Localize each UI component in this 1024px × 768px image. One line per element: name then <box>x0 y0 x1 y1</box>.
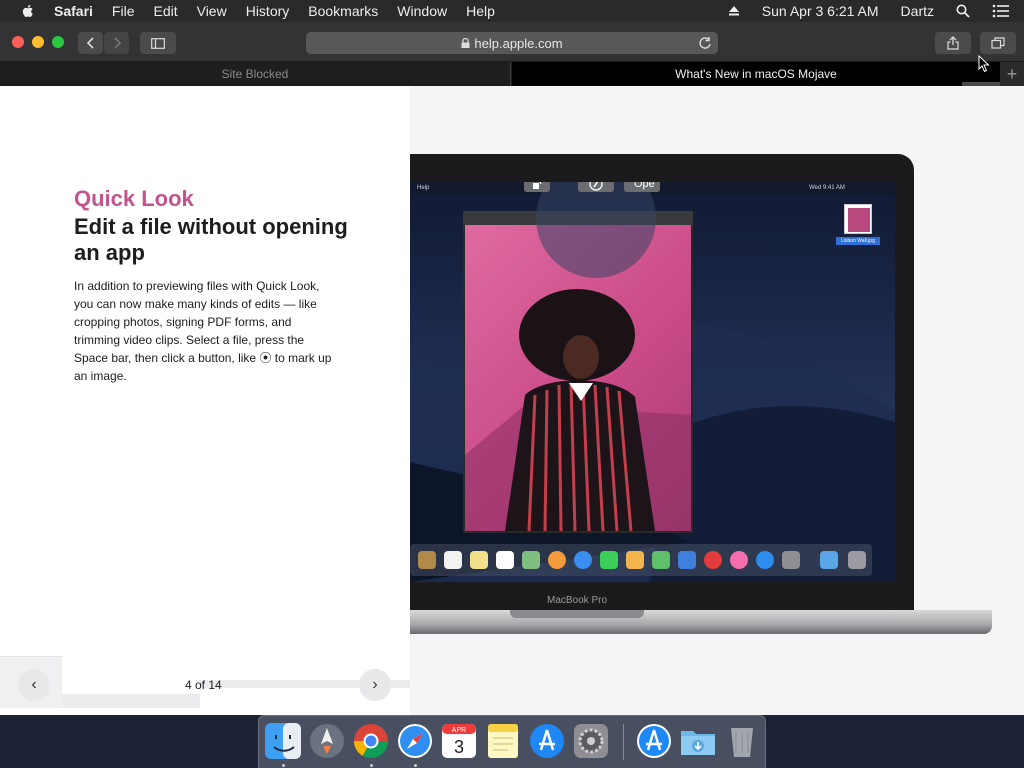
back-button[interactable] <box>78 32 103 54</box>
screen-dock-app-icon <box>444 551 462 569</box>
share-icon <box>947 36 959 50</box>
desktop-file-thumbnail <box>848 208 870 232</box>
screen-dock-app-icon <box>626 551 644 569</box>
screen-dock-app-icon <box>548 551 566 569</box>
screen-dock-app-icon <box>678 551 696 569</box>
macbook-screen: Help Wed 9:41 AM Ope Lisbon Wall.jpg <box>410 182 895 582</box>
spotlight-icon[interactable] <box>956 4 970 18</box>
web-content: Quick Look Edit a file without opening a… <box>0 86 1024 715</box>
desktop-file-label: Lisbon Wall.jpg <box>836 237 880 245</box>
screen-dock-app-icon <box>820 551 838 569</box>
rotate-icon <box>533 182 542 189</box>
screen-dock-app-icon <box>470 551 488 569</box>
article-body: In addition to previewing files with Qui… <box>74 279 332 383</box>
pager-background <box>62 694 200 708</box>
address-text: help.apple.com <box>474 35 563 51</box>
menu-window[interactable]: Window <box>397 3 447 19</box>
open-with-button[interactable]: Ope <box>624 182 660 192</box>
menu-bar: Safari File Edit View History Bookmarks … <box>0 0 1024 22</box>
sidebar-button[interactable] <box>140 32 176 54</box>
tab-label: Site Blocked <box>221 67 289 81</box>
chrome-icon[interactable] <box>352 722 390 760</box>
running-indicator <box>370 764 373 767</box>
running-indicator <box>414 764 417 767</box>
menu-edit[interactable]: Edit <box>153 3 177 19</box>
screen-dock-app-icon <box>496 551 514 569</box>
notification-center-icon[interactable] <box>992 4 1010 18</box>
markup-button[interactable] <box>578 182 614 192</box>
reload-icon[interactable] <box>698 36 712 50</box>
screen-dock-app-icon <box>522 551 540 569</box>
screen-dock-app-icon <box>782 551 800 569</box>
running-indicator <box>282 764 285 767</box>
menu-file[interactable]: File <box>112 3 135 19</box>
screen-dock-app-icon <box>652 551 670 569</box>
screen-dock-app-icon <box>730 551 748 569</box>
app-store-icon[interactable] <box>635 722 673 760</box>
eject-icon[interactable] <box>728 5 740 17</box>
rotate-button[interactable] <box>524 182 550 192</box>
notes-icon[interactable] <box>484 722 522 760</box>
previous-slide-button[interactable]: ‹ <box>18 669 50 701</box>
screen-dock-app-icon <box>704 551 722 569</box>
pager-count: 4 of 14 <box>185 678 222 692</box>
launchpad-icon[interactable] <box>308 722 346 760</box>
screen-dock-app-icon <box>418 551 436 569</box>
menu-safari[interactable]: Safari <box>54 3 93 19</box>
macbook-notch <box>510 610 644 618</box>
tab-label: What's New in macOS Mojave <box>675 67 837 81</box>
macbook-base <box>410 610 992 634</box>
menu-bookmarks[interactable]: Bookmarks <box>308 3 378 19</box>
screen-dock-app-icon <box>848 551 866 569</box>
address-bar[interactable]: help.apple.com <box>306 32 718 54</box>
sidebar-icon <box>151 37 165 49</box>
open-with-label: Ope <box>634 182 655 190</box>
menu-help[interactable]: Help <box>466 3 495 19</box>
tab-bar: Site Blocked What's New in macOS Mojave … <box>0 62 1024 86</box>
lock-icon <box>461 38 470 48</box>
screen-dock-app-icon <box>600 551 618 569</box>
show-all-tabs-button[interactable] <box>980 32 1016 54</box>
macbook-label: MacBook Pro <box>546 595 608 606</box>
calendar-day: 3 <box>454 737 464 757</box>
share-button[interactable] <box>935 32 971 54</box>
close-window-button[interactable] <box>12 36 24 48</box>
chevron-right-icon <box>113 37 121 49</box>
menu-clock[interactable]: Sun Apr 3 6:21 AM <box>762 3 879 19</box>
desktop-file-icon <box>844 204 872 234</box>
tab-site-blocked[interactable]: Site Blocked <box>0 62 511 86</box>
tab-whats-new-mojave[interactable]: What's New in macOS Mojave <box>512 62 1000 86</box>
forward-button[interactable] <box>104 32 129 54</box>
menu-view[interactable]: View <box>197 3 227 19</box>
menu-history[interactable]: History <box>246 3 290 19</box>
safari-icon[interactable] <box>396 722 434 760</box>
calendar-icon[interactable]: APR 3 <box>440 722 478 760</box>
article-headline: Edit a file without opening an app <box>74 214 348 265</box>
new-tab-button[interactable]: + <box>1000 62 1024 86</box>
next-slide-button[interactable]: › <box>359 669 391 701</box>
mouse-cursor-icon <box>978 55 990 73</box>
system-preferences-icon[interactable] <box>572 722 610 760</box>
app-store-icon[interactable] <box>528 722 566 760</box>
article-eyebrow: Quick Look <box>74 186 194 211</box>
finder-icon[interactable] <box>264 722 302 760</box>
screen-dock <box>410 544 872 576</box>
screen-dock-app-icon <box>574 551 592 569</box>
tabs-overview-icon <box>991 37 1005 49</box>
menu-user[interactable]: Dartz <box>901 3 934 19</box>
dock-separator <box>623 724 624 760</box>
apple-menu-icon[interactable] <box>20 3 36 19</box>
zoom-window-button[interactable] <box>52 36 64 48</box>
article-panel: Quick Look Edit a file without opening a… <box>0 86 410 715</box>
trash-icon[interactable] <box>723 722 761 760</box>
screen: Safari File Edit View History Bookmarks … <box>0 0 1024 768</box>
markup-icon <box>589 182 603 191</box>
chevron-left-icon <box>86 37 94 49</box>
downloads-folder-icon[interactable] <box>679 722 717 760</box>
minimize-window-button[interactable] <box>32 36 44 48</box>
dock: APR 3 <box>258 715 766 768</box>
calendar-month: APR <box>452 727 466 734</box>
screen-dock-app-icon <box>756 551 774 569</box>
safari-toolbar: help.apple.com <box>0 22 1024 62</box>
